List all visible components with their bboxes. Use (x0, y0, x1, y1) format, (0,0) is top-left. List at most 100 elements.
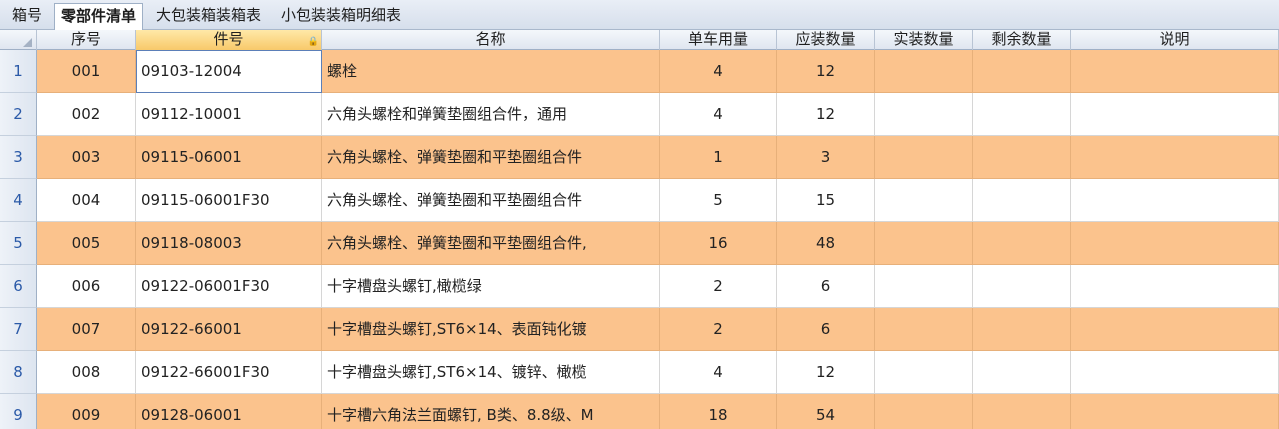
cell-per-vehicle[interactable]: 18 (660, 394, 777, 429)
cell-seq[interactable]: 001 (37, 50, 136, 93)
cell-seq[interactable]: 002 (37, 93, 136, 136)
cell-seq[interactable]: 009 (37, 394, 136, 429)
column-header-per-vehicle[interactable]: 单车用量 (660, 30, 777, 50)
table-row[interactable]: 1 001 09103-12004 螺栓 4 12 (0, 50, 1279, 93)
cell-per-vehicle[interactable]: 1 (660, 136, 777, 179)
cell-part-no[interactable]: 09122-66001F30 (136, 351, 322, 394)
cell-actual-pack[interactable] (875, 179, 973, 222)
tab-large-box-packing[interactable]: 大包装箱装箱表 (150, 3, 267, 30)
cell-remaining[interactable] (973, 50, 1071, 93)
row-number[interactable]: 3 (0, 136, 37, 179)
table-row[interactable]: 4 004 09115-06001F30 六角头螺栓、弹簧垫圈和平垫圈组合件 5 15 (0, 179, 1279, 222)
cell-should-pack[interactable]: 12 (777, 351, 875, 394)
select-all-corner[interactable] (0, 30, 37, 50)
cell-actual-pack[interactable] (875, 50, 973, 93)
table-row[interactable]: 7 007 09122-66001 十字槽盘头螺钉,ST6×14、表面钝化镀 2 6 (0, 308, 1279, 351)
cell-note[interactable] (1071, 136, 1279, 179)
cell-remaining[interactable] (973, 136, 1071, 179)
cell-seq[interactable]: 005 (37, 222, 136, 265)
cell-actual-pack[interactable] (875, 222, 973, 265)
cell-note[interactable] (1071, 93, 1279, 136)
cell-note[interactable] (1071, 50, 1279, 93)
column-header-part-no[interactable]: 件号 🔒 (136, 30, 322, 50)
cell-name[interactable]: 十字槽盘头螺钉,ST6×14、镀锌、橄榄 (322, 351, 660, 394)
cell-per-vehicle[interactable]: 2 (660, 308, 777, 351)
cell-per-vehicle[interactable]: 4 (660, 93, 777, 136)
tab-small-box-packing-detail[interactable]: 小包装装箱明细表 (275, 3, 407, 30)
cell-note[interactable] (1071, 222, 1279, 265)
cell-note[interactable] (1071, 308, 1279, 351)
cell-remaining[interactable] (973, 222, 1071, 265)
cell-should-pack[interactable]: 15 (777, 179, 875, 222)
column-header-should-pack[interactable]: 应装数量 (777, 30, 875, 50)
cell-part-no[interactable]: 09122-06001F30 (136, 265, 322, 308)
cell-part-no[interactable]: 09115-06001F30 (136, 179, 322, 222)
cell-part-no[interactable]: 09115-06001 (136, 136, 322, 179)
cell-actual-pack[interactable] (875, 93, 973, 136)
cell-name[interactable]: 螺栓 (322, 50, 660, 93)
cell-remaining[interactable] (973, 308, 1071, 351)
cell-seq[interactable]: 007 (37, 308, 136, 351)
cell-seq[interactable]: 003 (37, 136, 136, 179)
cell-note[interactable] (1071, 351, 1279, 394)
cell-should-pack[interactable]: 48 (777, 222, 875, 265)
cell-seq[interactable]: 004 (37, 179, 136, 222)
cell-actual-pack[interactable] (875, 136, 973, 179)
cell-per-vehicle[interactable]: 4 (660, 351, 777, 394)
row-number[interactable]: 8 (0, 351, 37, 394)
cell-remaining[interactable] (973, 265, 1071, 308)
table-row[interactable]: 8 008 09122-66001F30 十字槽盘头螺钉,ST6×14、镀锌、橄榄 4 1… (0, 351, 1279, 394)
cell-part-no[interactable]: 09128-06001 (136, 394, 322, 429)
row-number[interactable]: 4 (0, 179, 37, 222)
table-row[interactable]: 3 003 09115-06001 六角头螺栓、弹簧垫圈和平垫圈组合件 1 3 (0, 136, 1279, 179)
cell-should-pack[interactable]: 12 (777, 93, 875, 136)
column-header-actual-pack[interactable]: 实装数量 (875, 30, 973, 50)
tab-parts-list[interactable]: 零部件清单 (54, 3, 144, 31)
cell-note[interactable] (1071, 179, 1279, 222)
table-row[interactable]: 5 005 09118-08003 六角头螺栓、弹簧垫圈和平垫圈组合件, 16 48 (0, 222, 1279, 265)
table-row[interactable]: 2 002 09112-10001 六角头螺栓和弹簧垫圈组合件，通用 4 12 (0, 93, 1279, 136)
cell-note[interactable] (1071, 265, 1279, 308)
cell-seq[interactable]: 008 (37, 351, 136, 394)
cell-name[interactable]: 十字槽盘头螺钉,ST6×14、表面钝化镀 (322, 308, 660, 351)
cell-should-pack[interactable]: 12 (777, 50, 875, 93)
cell-actual-pack[interactable] (875, 351, 973, 394)
cell-per-vehicle[interactable]: 2 (660, 265, 777, 308)
cell-part-no[interactable]: 09118-08003 (136, 222, 322, 265)
table-row[interactable]: 6 006 09122-06001F30 十字槽盘头螺钉,橄榄绿 2 6 (0, 265, 1279, 308)
cell-remaining[interactable] (973, 179, 1071, 222)
cell-per-vehicle[interactable]: 5 (660, 179, 777, 222)
tab-box-number[interactable]: 箱号 (6, 3, 48, 30)
row-number[interactable]: 9 (0, 394, 37, 429)
cell-name[interactable]: 十字槽六角法兰面螺钉, B类、8.8级、M (322, 394, 660, 429)
cell-remaining[interactable] (973, 351, 1071, 394)
cell-part-no[interactable]: 09103-12004 (136, 50, 322, 93)
table-row[interactable]: 9 009 09128-06001 十字槽六角法兰面螺钉, B类、8.8级、M 18 54 (0, 394, 1279, 429)
cell-name[interactable]: 六角头螺栓、弹簧垫圈和平垫圈组合件, (322, 222, 660, 265)
cell-name[interactable]: 十字槽盘头螺钉,橄榄绿 (322, 265, 660, 308)
column-header-note[interactable]: 说明 (1071, 30, 1279, 50)
row-number[interactable]: 1 (0, 50, 37, 93)
column-header-remaining[interactable]: 剩余数量 (973, 30, 1071, 50)
row-number[interactable]: 5 (0, 222, 37, 265)
cell-name[interactable]: 六角头螺栓和弹簧垫圈组合件，通用 (322, 93, 660, 136)
cell-remaining[interactable] (973, 394, 1071, 429)
row-number[interactable]: 6 (0, 265, 37, 308)
cell-remaining[interactable] (973, 93, 1071, 136)
cell-part-no[interactable]: 09112-10001 (136, 93, 322, 136)
cell-should-pack[interactable]: 6 (777, 265, 875, 308)
cell-per-vehicle[interactable]: 4 (660, 50, 777, 93)
cell-note[interactable] (1071, 394, 1279, 429)
row-number[interactable]: 2 (0, 93, 37, 136)
cell-should-pack[interactable]: 54 (777, 394, 875, 429)
cell-should-pack[interactable]: 6 (777, 308, 875, 351)
cell-per-vehicle[interactable]: 16 (660, 222, 777, 265)
column-header-seq[interactable]: 序号 (37, 30, 136, 50)
cell-actual-pack[interactable] (875, 265, 973, 308)
cell-name[interactable]: 六角头螺栓、弹簧垫圈和平垫圈组合件 (322, 136, 660, 179)
row-number[interactable]: 7 (0, 308, 37, 351)
cell-actual-pack[interactable] (875, 308, 973, 351)
cell-should-pack[interactable]: 3 (777, 136, 875, 179)
cell-seq[interactable]: 006 (37, 265, 136, 308)
cell-part-no[interactable]: 09122-66001 (136, 308, 322, 351)
